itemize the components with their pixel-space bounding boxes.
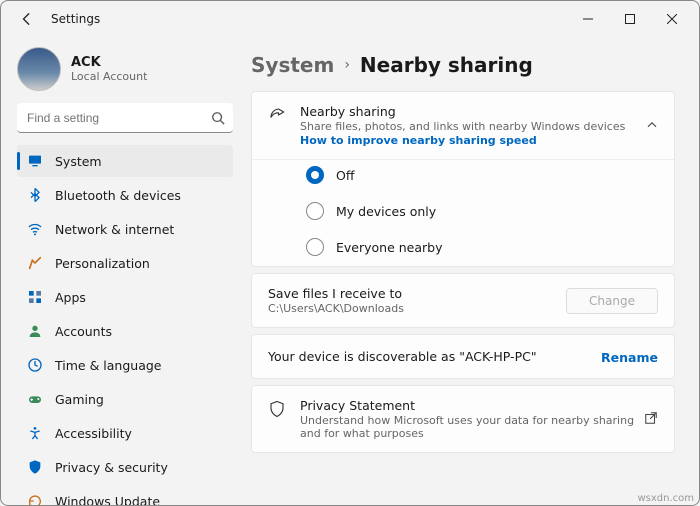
sidebar: ACK Local Account System Bluetooth & devi… <box>1 37 241 505</box>
privacy-subtitle: Understand how Microsoft uses your data … <box>300 414 644 440</box>
sidebar-item-bluetooth-devices[interactable]: Bluetooth & devices <box>17 179 233 211</box>
radio-option-everyone-nearby[interactable]: Everyone nearby <box>306 238 658 256</box>
accessibility-icon <box>27 425 43 441</box>
save-location-card: Save files I receive to C:\Users\ACK\Dow… <box>251 273 675 328</box>
search-input[interactable] <box>17 103 233 133</box>
sidebar-item-label: Time & language <box>55 358 161 373</box>
radio-label: Off <box>336 168 354 183</box>
help-link[interactable]: How to improve nearby sharing speed <box>300 134 625 147</box>
external-link-icon <box>644 410 658 429</box>
window-controls <box>567 5 693 33</box>
sidebar-item-label: Apps <box>55 290 86 305</box>
sidebar-item-label: Accessibility <box>55 426 132 441</box>
shield-icon <box>268 400 286 422</box>
nearby-sharing-title: Nearby sharing <box>300 104 625 119</box>
share-icon <box>268 106 286 128</box>
close-button[interactable] <box>651 5 693 33</box>
sidebar-item-apps[interactable]: Apps <box>17 281 233 313</box>
gaming-icon <box>27 391 43 407</box>
sidebar-item-accessibility[interactable]: Accessibility <box>17 417 233 449</box>
user-account-row[interactable]: ACK Local Account <box>17 47 233 91</box>
personalization-icon <box>27 255 43 271</box>
sidebar-item-label: Gaming <box>55 392 104 407</box>
sidebar-item-system[interactable]: System <box>17 145 233 177</box>
sidebar-item-personalization[interactable]: Personalization <box>17 247 233 279</box>
sidebar-item-accounts[interactable]: Accounts <box>17 315 233 347</box>
user-subtitle: Local Account <box>71 70 147 83</box>
sidebar-item-windows-update[interactable]: Windows Update <box>17 485 233 505</box>
sharing-mode-radio-group: Off My devices only Everyone nearby <box>252 159 674 266</box>
sidebar-item-privacy-security[interactable]: Privacy & security <box>17 451 233 483</box>
sidebar-item-label: Bluetooth & devices <box>55 188 181 203</box>
discoverable-card: Your device is discoverable as "ACK-HP-P… <box>251 334 675 379</box>
breadcrumb-parent[interactable]: System <box>251 53 334 77</box>
rename-link[interactable]: Rename <box>601 350 658 365</box>
accounts-icon <box>27 323 43 339</box>
user-name: ACK <box>71 55 147 70</box>
nav: System Bluetooth & devices Network & inter… <box>17 145 233 505</box>
breadcrumb: System › Nearby sharing <box>251 53 675 77</box>
radio-icon <box>306 202 324 220</box>
radio-icon <box>306 238 324 256</box>
bluetooth-icon <box>27 187 43 203</box>
sidebar-item-label: Privacy & security <box>55 460 168 475</box>
titlebar: Settings <box>1 1 699 37</box>
search-icon <box>211 110 225 129</box>
system-icon <box>27 153 43 169</box>
save-location-title: Save files I receive to <box>268 286 404 301</box>
window-title: Settings <box>51 12 100 26</box>
privacy-statement-card[interactable]: Privacy Statement Understand how Microso… <box>251 385 675 453</box>
search-box <box>17 103 233 133</box>
maximize-button[interactable] <box>609 5 651 33</box>
sidebar-item-label: Windows Update <box>55 494 160 506</box>
wifi-icon <box>27 221 43 237</box>
privacy-title: Privacy Statement <box>300 398 644 413</box>
apps-icon <box>27 289 43 305</box>
page-title: Nearby sharing <box>360 53 533 77</box>
save-location-path: C:\Users\ACK\Downloads <box>268 302 404 315</box>
discoverable-text: Your device is discoverable as "ACK-HP-P… <box>268 349 537 364</box>
back-button[interactable] <box>15 7 39 31</box>
time-language-icon <box>27 357 43 373</box>
content-area: System › Nearby sharing Nearby sharing S… <box>241 37 699 505</box>
radio-label: Everyone nearby <box>336 240 443 255</box>
watermark: wsxdn.com <box>637 493 694 504</box>
settings-window: Settings ACK Local Account Syste <box>0 0 700 506</box>
radio-option-off[interactable]: Off <box>306 166 658 184</box>
minimize-button[interactable] <box>567 5 609 33</box>
sidebar-item-label: Network & internet <box>55 222 174 237</box>
radio-option-my-devices-only[interactable]: My devices only <box>306 202 658 220</box>
sidebar-item-label: Accounts <box>55 324 112 339</box>
avatar <box>17 47 61 91</box>
sidebar-item-time-language[interactable]: Time & language <box>17 349 233 381</box>
sidebar-item-network-internet[interactable]: Network & internet <box>17 213 233 245</box>
chevron-right-icon: › <box>344 57 350 73</box>
radio-icon <box>306 166 324 184</box>
radio-label: My devices only <box>336 204 436 219</box>
nearby-sharing-header[interactable]: Nearby sharing Share files, photos, and … <box>252 92 674 159</box>
nearby-sharing-subtitle: Share files, photos, and links with near… <box>300 120 625 133</box>
sidebar-item-label: Personalization <box>55 256 150 271</box>
nearby-sharing-card: Nearby sharing Share files, photos, and … <box>251 91 675 267</box>
sidebar-item-label: System <box>55 154 102 169</box>
privacy-icon <box>27 459 43 475</box>
chevron-up-icon <box>646 116 658 135</box>
update-icon <box>27 493 43 505</box>
change-location-button[interactable]: Change <box>566 288 658 314</box>
sidebar-item-gaming[interactable]: Gaming <box>17 383 233 415</box>
